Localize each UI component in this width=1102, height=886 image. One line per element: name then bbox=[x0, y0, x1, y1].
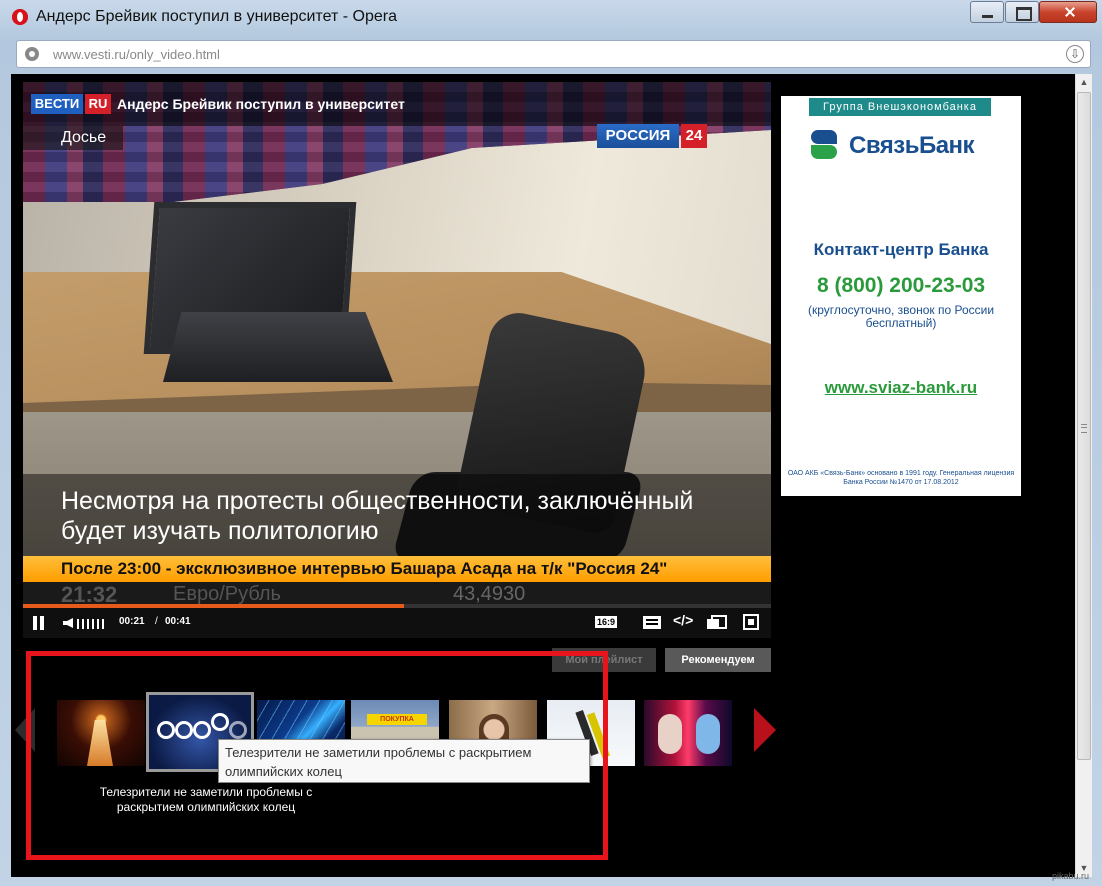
watermark: pikabu.ru bbox=[1052, 871, 1090, 881]
minimize-button[interactable] bbox=[970, 1, 1004, 23]
news-ticker: После 23:00 - эксклюзивное интервью Баша… bbox=[23, 556, 771, 582]
progress-bar[interactable] bbox=[23, 604, 771, 608]
aspect-ratio-button[interactable]: 16:9 bbox=[595, 616, 625, 628]
window-title: Андерс Брейвик поступил в университет - … bbox=[36, 8, 397, 25]
browser-window: Андерс Брейвик поступил в университет - … bbox=[0, 0, 1102, 886]
clock-readout: 21:32 bbox=[61, 582, 118, 604]
speaker-icon[interactable] bbox=[63, 618, 73, 628]
currency-label: Евро/Рубль bbox=[173, 583, 281, 604]
news-caption: Несмотря на протесты общественности, зак… bbox=[23, 474, 771, 556]
currency-rate: 43,4930 bbox=[453, 583, 526, 604]
progress-fill bbox=[23, 604, 405, 608]
ad-legal-text: ОАО АКБ «Связь-Банк» основано в 1991 год… bbox=[787, 470, 1015, 486]
video-header: ВЕСТИ RU Андерс Брейвик поступил в униве… bbox=[23, 82, 771, 126]
video-thumbnail-stage-performance[interactable] bbox=[644, 700, 732, 766]
laptop-base bbox=[163, 312, 393, 382]
volume-bar[interactable] bbox=[87, 619, 89, 629]
news-ticker-text: После 23:00 - эксклюзивное интервью Баша… bbox=[61, 559, 668, 578]
news-caption-text: Несмотря на протесты общественности, зак… bbox=[61, 487, 694, 545]
tab-recommended[interactable]: Рекомендуем bbox=[665, 648, 771, 672]
aspect-ratio-label: 16:9 bbox=[595, 616, 618, 628]
maximize-button[interactable] bbox=[1005, 1, 1039, 23]
player-controls: 00:21 / 00:41 16:9 </> bbox=[23, 604, 771, 638]
time-current: 00:21 bbox=[119, 616, 145, 627]
highlight-frame bbox=[26, 651, 608, 860]
site-info-icon[interactable] bbox=[25, 47, 39, 61]
vesti-logo-ru: RU bbox=[85, 94, 111, 114]
vesti-logo-text: ВЕСТИ bbox=[31, 94, 83, 114]
volume-bar[interactable] bbox=[97, 619, 99, 629]
volume-bar[interactable] bbox=[92, 619, 94, 629]
fullscreen-icon[interactable] bbox=[743, 614, 759, 630]
volume-bar[interactable] bbox=[77, 619, 79, 629]
title-bar: Андерс Брейвик поступил в университет - … bbox=[0, 0, 1102, 34]
video-title: Андерс Брейвик поступил в университет bbox=[117, 96, 405, 112]
bank-ad[interactable]: Группа Внешэкономбанка СвязьБанк Контакт… bbox=[781, 96, 1021, 496]
scroll-thumb[interactable] bbox=[1077, 92, 1091, 760]
address-bar[interactable]: www.vesti.ru/only_video.html ⇩ bbox=[16, 40, 1091, 68]
opera-logo-icon[interactable] bbox=[12, 9, 28, 25]
embed-code-icon[interactable]: </> bbox=[673, 612, 693, 628]
subtitles-icon[interactable] bbox=[643, 616, 661, 629]
address-url[interactable]: www.vesti.ru/only_video.html bbox=[53, 47, 220, 62]
scroll-grip-icon bbox=[1081, 424, 1087, 433]
scroll-up-icon[interactable]: ▲ bbox=[1076, 74, 1092, 91]
video-frame[interactable]: ВЕСТИ RU Андерс Брейвик поступил в униве… bbox=[23, 82, 771, 604]
download-icon[interactable]: ⇩ bbox=[1066, 45, 1084, 63]
ad-contact-title: Контакт-центр Банка bbox=[813, 240, 989, 259]
carousel-next-icon[interactable] bbox=[754, 708, 776, 752]
pause-icon[interactable] bbox=[33, 616, 45, 630]
ad-phone-note: (круглосуточно, звонок по России бесплат… bbox=[807, 303, 995, 330]
section-label: Досье bbox=[23, 126, 123, 150]
bank-brand: СвязьБанк bbox=[849, 132, 975, 159]
info-bar: 21:32 Евро/Рубль 43,4930 bbox=[23, 582, 771, 604]
popout-icon[interactable] bbox=[707, 615, 727, 629]
page-viewport: ВЕСТИ RU Андерс Брейвик поступил в униве… bbox=[11, 74, 1075, 877]
ad-group-label: Группа Внешэкономбанка bbox=[809, 98, 991, 116]
vertical-scrollbar[interactable]: ▲ ▼ bbox=[1075, 74, 1092, 877]
volume-bar[interactable] bbox=[82, 619, 84, 629]
ad-link[interactable]: www.sviaz-bank.ru bbox=[781, 378, 1021, 398]
bank-logo-icon bbox=[809, 130, 841, 160]
volume-bar[interactable] bbox=[102, 619, 104, 629]
channel-number: 24 bbox=[681, 124, 707, 148]
volume-control[interactable] bbox=[63, 616, 111, 630]
time-duration: 00:41 bbox=[165, 616, 191, 627]
ad-phone: 8 (800) 200-23-03 bbox=[816, 274, 986, 297]
channel-name: РОССИЯ bbox=[597, 124, 679, 148]
time-separator: / bbox=[155, 616, 158, 627]
close-button[interactable] bbox=[1039, 1, 1097, 23]
